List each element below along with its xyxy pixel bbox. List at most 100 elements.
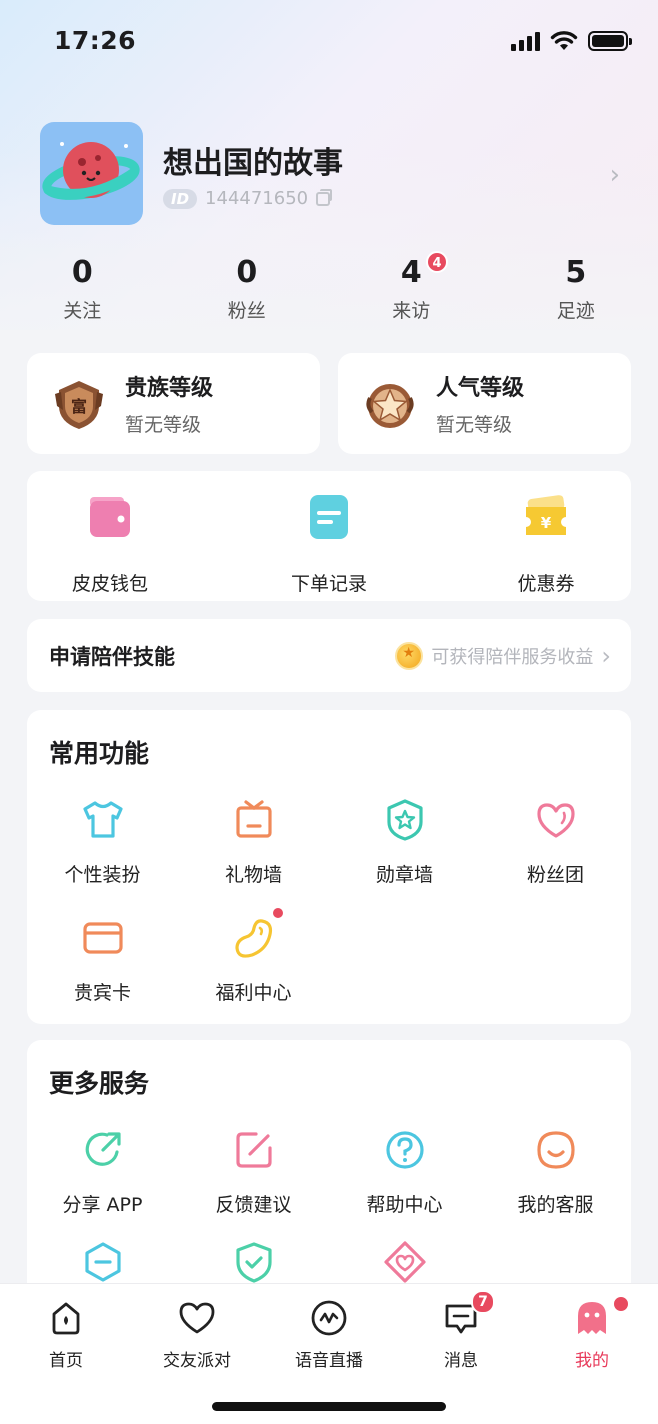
- cellular-signal-icon: [511, 31, 540, 51]
- grid-label: 福利中心: [215, 982, 292, 1004]
- avatar[interactable]: [40, 122, 143, 225]
- stat-footprints[interactable]: 5 足迹: [494, 255, 658, 323]
- grid-item-partial-3[interactable]: [329, 1240, 480, 1288]
- grid-item-welfare-center[interactable]: 福利中心: [178, 906, 329, 1005]
- level-subtitle: 暂无等级: [436, 414, 513, 436]
- stat-label: 关注: [63, 300, 102, 322]
- gift-wall-icon: [235, 800, 272, 838]
- user-id-row: ID 144471650: [163, 188, 333, 209]
- apply-skill-hint-text: 可获得陪伴服务收益: [431, 646, 594, 668]
- quick-actions-card: 皮皮钱包 下单记录 ¥ 优惠券: [27, 471, 631, 601]
- coupon-icon: ¥: [526, 495, 566, 535]
- grid-label: 帮助中心: [366, 1194, 443, 1216]
- stat-value: 0: [236, 255, 258, 290]
- feedback-icon: [235, 1132, 272, 1168]
- help-icon: [385, 1131, 424, 1169]
- vip-card-icon: [82, 922, 123, 954]
- tab-label: 语音直播: [295, 1351, 363, 1371]
- wallet-icon: [90, 497, 130, 537]
- tab-label: 交友派对: [163, 1351, 231, 1371]
- coupon-button[interactable]: ¥ 优惠券: [471, 495, 621, 596]
- grid-item-gift-wall[interactable]: 礼物墙: [178, 798, 329, 887]
- ghost-icon: [578, 1302, 606, 1334]
- chevron-right-icon[interactable]: ›: [610, 160, 620, 190]
- stat-following[interactable]: 0 关注: [0, 255, 165, 323]
- grid-label: 勋章墙: [375, 864, 433, 886]
- wallet-button[interactable]: 皮皮钱包: [35, 495, 185, 596]
- tab-label: 首页: [49, 1351, 83, 1371]
- username: 想出国的故事: [163, 146, 343, 181]
- tab-mine[interactable]: 我的: [526, 1295, 658, 1371]
- tab-label: 我的: [575, 1351, 609, 1371]
- welfare-bean-icon: [234, 919, 272, 958]
- tab-label: 消息: [444, 1351, 478, 1371]
- section-title: 常用功能: [49, 739, 150, 768]
- common-functions-card: 常用功能 个性装扮 礼物墙 勋章墙 粉丝团 贵宾卡 福利中心: [27, 710, 631, 1024]
- more-services-card: 更多服务 分享 APP 反馈建议 帮助中心 我的客服: [27, 1040, 631, 1300]
- visitor-count-badge: 4: [426, 251, 448, 273]
- grid-item-customer-service[interactable]: 我的客服: [480, 1128, 631, 1217]
- grid-item-vip-card[interactable]: 贵宾卡: [27, 916, 178, 1005]
- welfare-new-dot: [271, 906, 285, 920]
- noble-medal-icon: 富: [55, 380, 103, 429]
- stat-value: 4: [400, 255, 422, 290]
- grid-item-partial-2[interactable]: [178, 1240, 329, 1288]
- user-id-number: 144471650: [205, 188, 309, 209]
- tab-party[interactable]: 交友派对: [131, 1298, 263, 1371]
- share-icon: [85, 1132, 121, 1166]
- message-count-badge: 7: [471, 1290, 495, 1314]
- customer-service-icon: [536, 1131, 575, 1169]
- grid-item-medal-wall[interactable]: 勋章墙: [329, 798, 480, 887]
- stats-row: 0 关注 0 粉丝 4 来访 4 5 足迹: [0, 251, 658, 323]
- tab-voice-live[interactable]: 语音直播: [263, 1298, 395, 1371]
- grid-item-partial-1[interactable]: [27, 1240, 178, 1288]
- status-time: 17:26: [54, 26, 137, 55]
- planet-avatar-icon: [42, 142, 140, 200]
- grid-item-feedback[interactable]: 反馈建议: [178, 1128, 329, 1217]
- status-icons: [511, 30, 632, 52]
- grid-label: 礼物墙: [224, 864, 282, 886]
- diamond-heart-icon: [383, 1241, 426, 1283]
- heart-icon: [536, 803, 575, 838]
- shield-check-icon: [235, 1242, 272, 1283]
- order-record-button[interactable]: 下单记录: [254, 495, 404, 596]
- grid-label: 个性装扮: [64, 864, 141, 886]
- stat-label: 粉丝: [227, 300, 266, 322]
- level-title: 贵族等级: [125, 376, 214, 401]
- stat-label: 足迹: [556, 300, 595, 322]
- grid-item-fan-club[interactable]: 粉丝团: [480, 798, 631, 887]
- stat-value: 5: [565, 255, 587, 290]
- quick-action-label: 下单记录: [290, 573, 367, 595]
- popularity-level-card[interactable]: 人气等级 暂无等级: [338, 353, 631, 454]
- level-subtitle: 暂无等级: [125, 414, 202, 436]
- grid-label: 粉丝团: [526, 864, 584, 886]
- battery-icon: [588, 31, 632, 51]
- grid-label: 我的客服: [517, 1194, 594, 1216]
- mine-new-dot: [612, 1295, 630, 1313]
- stat-visitors[interactable]: 4 来访 4: [329, 251, 494, 323]
- coin-icon: [395, 641, 424, 670]
- grid-item-share-app[interactable]: 分享 APP: [27, 1128, 178, 1217]
- voice-live-icon: [311, 1300, 347, 1336]
- hexagon-minus-icon: [84, 1242, 121, 1282]
- noble-level-card[interactable]: 富 贵族等级 暂无等级: [27, 353, 320, 454]
- tab-home[interactable]: 首页: [0, 1298, 132, 1371]
- stat-value: 0: [71, 255, 93, 290]
- chevron-right-icon: ›: [601, 641, 611, 670]
- home-indicator: [212, 1402, 446, 1411]
- level-title: 人气等级: [436, 376, 525, 401]
- stat-label: 来访: [392, 300, 431, 322]
- wifi-icon: [550, 31, 578, 50]
- apply-skill-card[interactable]: 申请陪伴技能 可获得陪伴服务收益 ›: [27, 619, 631, 692]
- grid-label: 贵宾卡: [73, 982, 131, 1004]
- stat-fans[interactable]: 0 粉丝: [165, 255, 330, 323]
- tab-messages[interactable]: 7 消息: [395, 1290, 527, 1371]
- grid-item-help-center[interactable]: 帮助中心: [329, 1128, 480, 1217]
- id-badge: ID: [163, 188, 198, 209]
- section-title: 更多服务: [49, 1069, 150, 1098]
- medal-wall-icon: [386, 799, 423, 841]
- order-record-icon: [310, 495, 348, 539]
- svg-text:¥: ¥: [541, 514, 552, 532]
- grid-item-dress-up[interactable]: 个性装扮: [27, 798, 178, 887]
- copy-icon[interactable]: [316, 188, 333, 206]
